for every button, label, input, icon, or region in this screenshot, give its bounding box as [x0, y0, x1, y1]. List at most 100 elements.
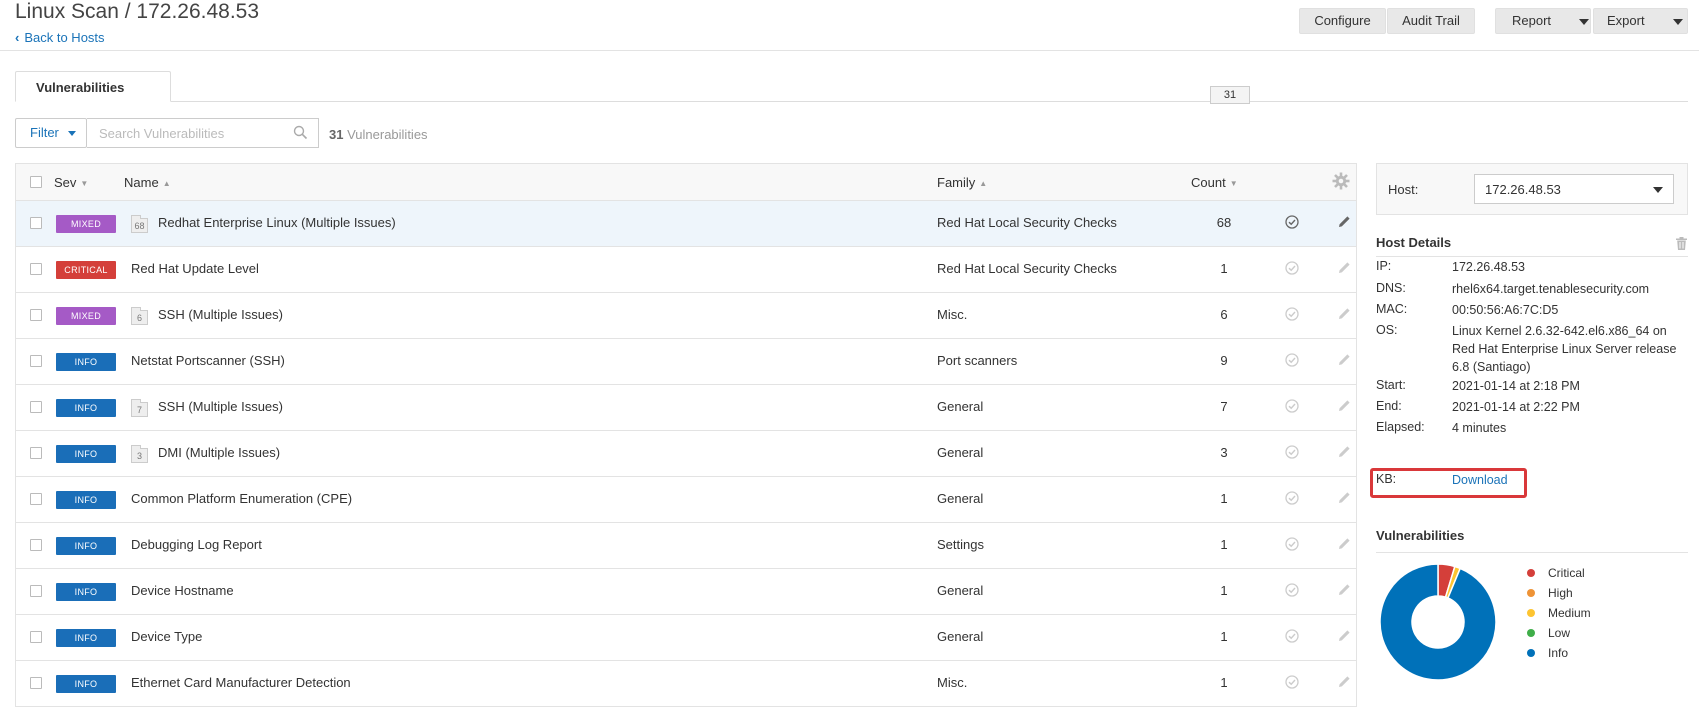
- audit-trail-button[interactable]: Audit Trail: [1387, 8, 1475, 34]
- pencil-icon[interactable]: [1338, 215, 1351, 231]
- table-row[interactable]: INFO Device Hostname General 1: [16, 569, 1356, 615]
- column-header-family[interactable]: Family ▲: [937, 175, 987, 190]
- check-circle-icon[interactable]: [1285, 583, 1299, 600]
- legend-item-high[interactable]: High: [1527, 585, 1591, 605]
- vulnerability-count-cell: 3: [1220, 445, 1228, 460]
- table-row[interactable]: MIXED 6 SSH (Multiple Issues) Misc. 6: [16, 293, 1356, 339]
- vulnerability-count: 31 Vulnerabilities: [329, 127, 428, 142]
- pencil-icon[interactable]: [1338, 583, 1351, 599]
- tab-vulnerabilities[interactable]: Vulnerabilities 31: [15, 71, 1250, 104]
- export-button[interactable]: Export: [1593, 8, 1688, 34]
- pencil-icon[interactable]: [1338, 629, 1351, 645]
- check-circle-icon[interactable]: [1285, 491, 1299, 508]
- search-input[interactable]: [97, 119, 287, 147]
- severity-badge: INFO: [56, 537, 116, 555]
- select-all-checkbox[interactable]: [30, 176, 42, 188]
- gear-icon[interactable]: [1332, 172, 1350, 193]
- column-header-name[interactable]: Name ▲: [124, 175, 171, 190]
- table-row[interactable]: INFO Common Platform Enumeration (CPE) G…: [16, 477, 1356, 523]
- configure-button[interactable]: Configure: [1299, 8, 1386, 34]
- report-button-label: Report: [1512, 13, 1552, 28]
- vulnerability-name[interactable]: Ethernet Card Manufacturer Detection: [131, 675, 351, 690]
- vulnerability-count-cell: 1: [1220, 583, 1228, 598]
- column-header-sev[interactable]: Sev ▼: [54, 175, 88, 190]
- folder-icon: 68: [131, 215, 148, 233]
- row-checkbox[interactable]: [30, 447, 42, 459]
- table-row[interactable]: INFO Device Type General 1: [16, 615, 1356, 661]
- row-checkbox[interactable]: [30, 355, 42, 367]
- pencil-icon[interactable]: [1338, 537, 1351, 553]
- table-row[interactable]: MIXED 68 Redhat Enterprise Linux (Multipl…: [16, 201, 1356, 247]
- vulnerability-count-cell: 1: [1220, 675, 1228, 690]
- row-checkbox[interactable]: [30, 631, 42, 643]
- row-checkbox[interactable]: [30, 309, 42, 321]
- table-row[interactable]: CRITICAL Red Hat Update Level Red Hat Lo…: [16, 247, 1356, 293]
- vulnerability-name[interactable]: 6 SSH (Multiple Issues): [131, 307, 283, 325]
- row-checkbox[interactable]: [30, 401, 42, 413]
- row-checkbox[interactable]: [30, 217, 42, 229]
- row-checkbox[interactable]: [30, 539, 42, 551]
- pencil-icon[interactable]: [1338, 353, 1351, 369]
- pencil-icon[interactable]: [1338, 261, 1351, 277]
- column-header-label: Count: [1191, 175, 1226, 190]
- pencil-icon[interactable]: [1338, 491, 1351, 507]
- table-row[interactable]: INFO Debugging Log Report Settings 1: [16, 523, 1356, 569]
- vulnerability-name[interactable]: Device Hostname: [131, 583, 234, 598]
- vulnerability-name[interactable]: 7 SSH (Multiple Issues): [131, 399, 283, 417]
- row-checkbox[interactable]: [30, 585, 42, 597]
- check-circle-icon[interactable]: [1285, 675, 1299, 692]
- search-icon[interactable]: [293, 125, 308, 143]
- host-detail-label: MAC:: [1376, 302, 1408, 316]
- check-circle-icon[interactable]: [1285, 399, 1299, 416]
- vulnerability-name[interactable]: Red Hat Update Level: [131, 261, 259, 276]
- legend-item-critical[interactable]: Critical: [1527, 565, 1591, 585]
- host-detail-value: Linux Kernel 2.6.32-642.el6.x86_64 on Re…: [1452, 324, 1677, 374]
- vulnerability-name-text: Common Platform Enumeration (CPE): [131, 491, 353, 506]
- host-detail-value: 00:50:56:A6:7C:D5: [1452, 303, 1559, 317]
- vulnerabilities-donut-chart[interactable]: [1376, 560, 1500, 684]
- check-circle-icon[interactable]: [1285, 353, 1299, 370]
- vulnerability-count-cell: 68: [1216, 215, 1232, 230]
- host-selector-panel: Host: 172.26.48.53: [1376, 163, 1688, 215]
- table-row[interactable]: INFO Netstat Portscanner (SSH) Port scan…: [16, 339, 1356, 385]
- table-body: MIXED 68 Redhat Enterprise Linux (Multipl…: [16, 201, 1356, 707]
- filter-button[interactable]: Filter: [15, 118, 87, 148]
- legend-item-info[interactable]: Info: [1527, 645, 1591, 665]
- row-checkbox[interactable]: [30, 677, 42, 689]
- vulnerability-name[interactable]: 68 Redhat Enterprise Linux (Multiple Issu…: [131, 215, 396, 233]
- trash-icon[interactable]: [1676, 237, 1687, 253]
- legend-label: Info: [1548, 646, 1569, 660]
- check-circle-icon[interactable]: [1285, 629, 1299, 646]
- legend-item-medium[interactable]: Medium: [1527, 605, 1591, 625]
- legend-label: Low: [1548, 626, 1571, 640]
- donut-slice-info[interactable]: [1379, 563, 1497, 681]
- table-row[interactable]: INFO Ethernet Card Manufacturer Detectio…: [16, 661, 1356, 707]
- report-button[interactable]: Report: [1495, 8, 1591, 34]
- check-circle-icon[interactable]: [1285, 537, 1299, 554]
- severity-badge: MIXED: [56, 215, 116, 233]
- vulnerability-family: Misc.: [937, 675, 968, 690]
- pencil-icon[interactable]: [1338, 675, 1351, 691]
- row-checkbox[interactable]: [30, 493, 42, 505]
- vulnerability-name-text: Redhat Enterprise Linux (Multiple Issues…: [158, 215, 396, 230]
- vulnerability-name[interactable]: Debugging Log Report: [131, 537, 262, 552]
- legend-item-low[interactable]: Low: [1527, 625, 1591, 645]
- vulnerability-name[interactable]: Common Platform Enumeration (CPE): [131, 491, 352, 506]
- table-row[interactable]: INFO 7 SSH (Multiple Issues) General 7: [16, 385, 1356, 431]
- vulnerability-name[interactable]: 3 DMI (Multiple Issues): [131, 445, 280, 463]
- pencil-icon[interactable]: [1338, 307, 1351, 323]
- host-detail-value: 2021-01-14 at 2:22 PM: [1452, 400, 1580, 414]
- vulnerability-name[interactable]: Device Type: [131, 629, 202, 644]
- pencil-icon[interactable]: [1338, 445, 1351, 461]
- host-select[interactable]: 172.26.48.53: [1474, 174, 1674, 204]
- pencil-icon[interactable]: [1338, 399, 1351, 415]
- check-circle-icon[interactable]: [1285, 261, 1299, 278]
- table-row[interactable]: INFO 3 DMI (Multiple Issues) General 3: [16, 431, 1356, 477]
- check-circle-icon[interactable]: [1285, 215, 1299, 232]
- back-to-hosts-link[interactable]: ‹ Back to Hosts: [15, 30, 105, 45]
- vulnerability-name[interactable]: Netstat Portscanner (SSH): [131, 353, 285, 368]
- column-header-count[interactable]: Count ▼: [1191, 175, 1238, 190]
- check-circle-icon[interactable]: [1285, 445, 1299, 462]
- row-checkbox[interactable]: [30, 263, 42, 275]
- check-circle-icon[interactable]: [1285, 307, 1299, 324]
